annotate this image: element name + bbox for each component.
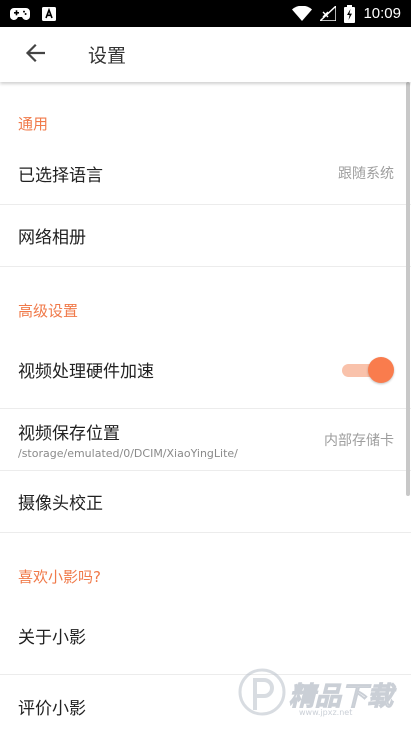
status-bar: 10:09 <box>0 0 411 27</box>
battery-charging-icon <box>344 4 356 23</box>
gamepad-icon <box>10 7 30 21</box>
section-header-advanced: 高级设置 <box>18 302 79 320</box>
setting-network-album-title: 网络相册 <box>18 228 86 248</box>
setting-video-save-location-title: 视频保存位置 <box>18 424 120 444</box>
setting-about[interactable]: 关于小影 <box>0 597 411 675</box>
watermark-logo: 精品下载 www.jpxz.net <box>237 666 407 726</box>
page-title: 设置 <box>88 45 127 67</box>
setting-camera-calibration-title: 摄像头校正 <box>18 494 103 514</box>
signal-icon <box>320 6 337 21</box>
status-left <box>10 6 56 21</box>
setting-hw-acceleration-title: 视频处理硬件加速 <box>18 362 154 382</box>
setting-network-album[interactable]: 网络相册 <box>0 205 411 267</box>
setting-rate-title: 评价小影 <box>18 698 86 719</box>
back-button[interactable] <box>0 27 70 82</box>
setting-about-title: 关于小影 <box>18 628 86 648</box>
section-header-like: 喜欢小影吗? <box>18 568 101 586</box>
scrollbar[interactable] <box>406 82 410 496</box>
setting-video-save-location[interactable]: 视频保存位置 /storage/emulated/0/DCIM/XiaoYing… <box>0 409 411 471</box>
notification-a-icon <box>42 6 56 21</box>
hw-acceleration-toggle[interactable] <box>340 355 394 385</box>
wifi-icon <box>292 6 313 21</box>
arrow-back-icon <box>25 43 46 67</box>
setting-hw-acceleration[interactable]: 视频处理硬件加速 <box>0 331 411 409</box>
settings-list: 通用 已选择语言 跟随系统 网络相册 高级设置 视频处理硬件加速 视频保存位置 … <box>0 82 411 730</box>
toggle-thumb <box>368 356 394 383</box>
status-time: 10:09 <box>363 5 401 22</box>
toolbar: 设置 <box>0 27 411 82</box>
setting-video-save-location-path: /storage/emulated/0/DCIM/XiaoYingLite/ <box>18 447 238 460</box>
watermark-url: www.jpxz.net <box>299 708 353 717</box>
setting-language[interactable]: 已选择语言 跟随系统 <box>0 142 411 205</box>
status-right: 10:09 <box>292 4 401 23</box>
setting-language-title: 已选择语言 <box>18 165 103 186</box>
section-header-general: 通用 <box>18 115 49 133</box>
setting-video-save-location-value: 内部存储卡 <box>324 432 394 449</box>
watermark-p-icon <box>238 668 286 716</box>
setting-language-value: 跟随系统 <box>338 166 394 182</box>
setting-camera-calibration[interactable]: 摄像头校正 <box>0 471 411 533</box>
setting-video-save-location-texts: 视频保存位置 /storage/emulated/0/DCIM/XiaoYing… <box>18 419 238 460</box>
